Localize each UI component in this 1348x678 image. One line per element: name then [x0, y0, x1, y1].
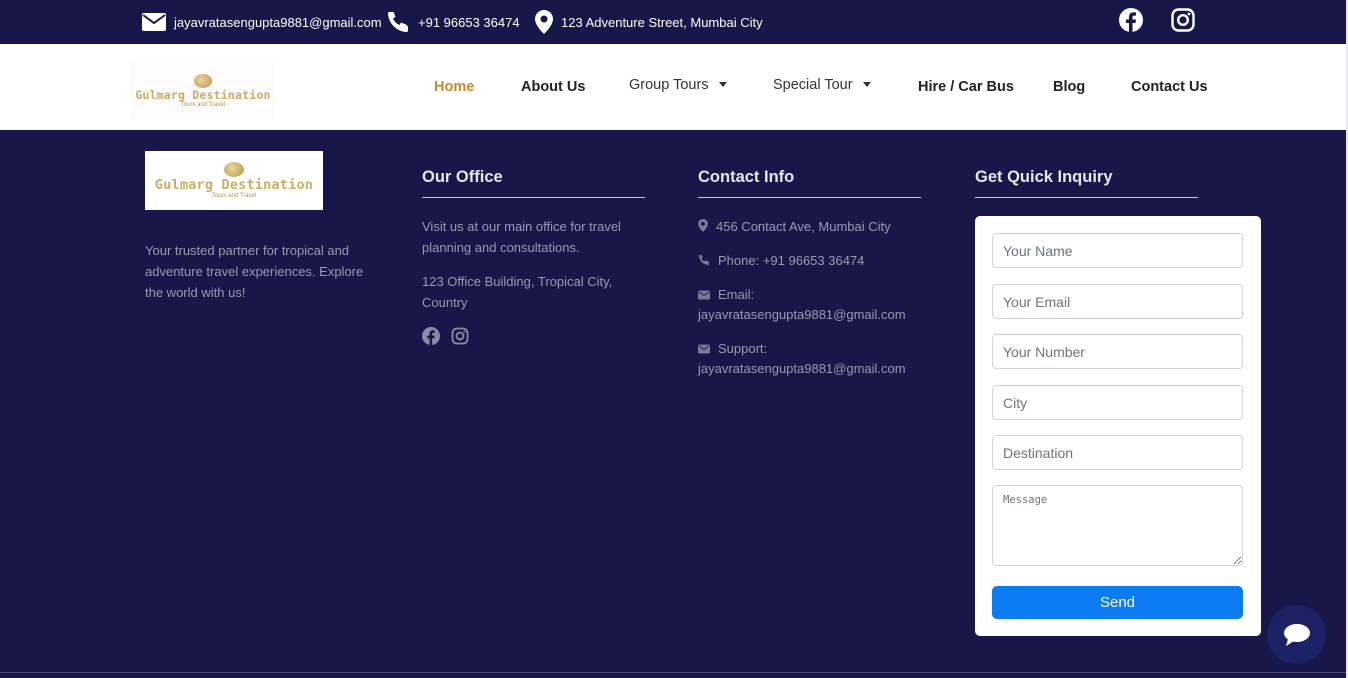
office-divider	[422, 197, 645, 198]
globe-icon	[194, 73, 212, 88]
nav-special-tour[interactable]: Special Tour	[773, 42, 871, 128]
footer-about-text: Your trusted partner for tropical and ad…	[145, 243, 364, 300]
footer-logo-name: Gulmarg Destination	[154, 176, 314, 193]
contact-support-row: Support: jayavratasengupta9881@gmail.com	[698, 339, 928, 379]
inquiry-form: Send	[975, 216, 1261, 636]
chat-bubble-icon	[1283, 623, 1310, 646]
topbar-email[interactable]: jayavratasengupta9881@gmail.com	[142, 0, 382, 44]
nav-group-tours[interactable]: Group Tours	[629, 42, 727, 128]
globe-icon	[224, 161, 244, 177]
nav-about[interactable]: About Us	[521, 44, 585, 130]
contact-support-email[interactable]: jayavratasengupta9881@gmail.com	[698, 361, 906, 376]
name-input[interactable]	[992, 233, 1243, 268]
send-button[interactable]: Send	[992, 586, 1243, 619]
contact-email-row: Email: jayavratasengupta9881@gmail.com	[698, 285, 928, 325]
envelope-icon	[698, 344, 710, 354]
number-input[interactable]	[992, 334, 1243, 369]
contact-support-label: Support:	[718, 341, 768, 356]
email-input[interactable]	[992, 284, 1243, 319]
nav-hire[interactable]: Hire / Car Bus	[918, 44, 1014, 130]
office-visit-text: Visit us at our main office for travel p…	[422, 219, 621, 255]
caret-down-icon	[718, 81, 727, 87]
envelope-icon	[698, 290, 710, 300]
contact-title: Contact Info	[698, 168, 795, 186]
caret-down-icon	[862, 81, 871, 87]
contact-address-row: 456 Contact Ave, Mumbai City	[698, 217, 928, 237]
phone-icon	[387, 11, 408, 33]
envelope-icon	[142, 13, 166, 31]
topbar-address-text: 123 Adventure Street, Mumbai City	[561, 14, 763, 30]
destination-input[interactable]	[992, 435, 1243, 470]
inquiry-divider	[975, 197, 1198, 198]
main-header: Gulmarg Destination Tours and Travel Hom…	[0, 44, 1348, 130]
contact-address: 456 Contact Ave, Mumbai City	[716, 219, 891, 234]
contact-email-label: Email:	[718, 287, 755, 302]
city-input[interactable]	[992, 385, 1243, 420]
chat-button[interactable]	[1267, 605, 1326, 664]
contact-divider	[698, 197, 921, 198]
nav-home[interactable]: Home	[434, 44, 474, 130]
map-pin-icon	[535, 10, 553, 34]
contact-phone-row: Phone: +91 96653 36474	[698, 251, 928, 271]
nav-group-tours-label: Group Tours	[629, 77, 709, 93]
footer-bottom-divider	[0, 672, 1348, 673]
instagram-icon[interactable]	[451, 327, 469, 345]
office-address: 123 Office Building, Tropical City, Coun…	[422, 274, 613, 310]
topbar-phone-text: +91 96653 36474	[418, 14, 520, 30]
map-pin-icon	[698, 219, 708, 232]
logo-name: Gulmarg Destination	[135, 87, 271, 102]
instagram-icon[interactable]	[1171, 8, 1195, 32]
logo-tagline: Tours and Travel	[180, 101, 226, 108]
contact-phone: Phone: +91 96653 36474	[718, 253, 865, 268]
site-logo[interactable]: Gulmarg Destination Tours and Travel	[131, 62, 275, 120]
contact-email[interactable]: jayavratasengupta9881@gmail.com	[698, 307, 906, 322]
phone-icon	[698, 255, 709, 266]
top-bar: jayavratasengupta9881@gmail.com +91 9665…	[0, 0, 1348, 44]
message-textarea[interactable]	[992, 485, 1243, 566]
office-title: Our Office	[422, 168, 503, 186]
nav-blog[interactable]: Blog	[1053, 44, 1085, 130]
facebook-icon[interactable]	[422, 327, 440, 345]
facebook-icon[interactable]	[1119, 8, 1143, 32]
footer-logo[interactable]: Gulmarg Destination Tours and Travel	[145, 151, 323, 210]
topbar-address[interactable]: 123 Adventure Street, Mumbai City	[535, 0, 763, 44]
inquiry-title: Get Quick Inquiry	[975, 168, 1113, 186]
nav-special-tour-label: Special Tour	[773, 77, 853, 93]
topbar-phone[interactable]: +91 96653 36474	[386, 0, 520, 44]
footer-logo-tagline: Tours and Travel	[211, 192, 257, 199]
nav-contact[interactable]: Contact Us	[1131, 44, 1208, 130]
topbar-email-text: jayavratasengupta9881@gmail.com	[174, 14, 382, 30]
